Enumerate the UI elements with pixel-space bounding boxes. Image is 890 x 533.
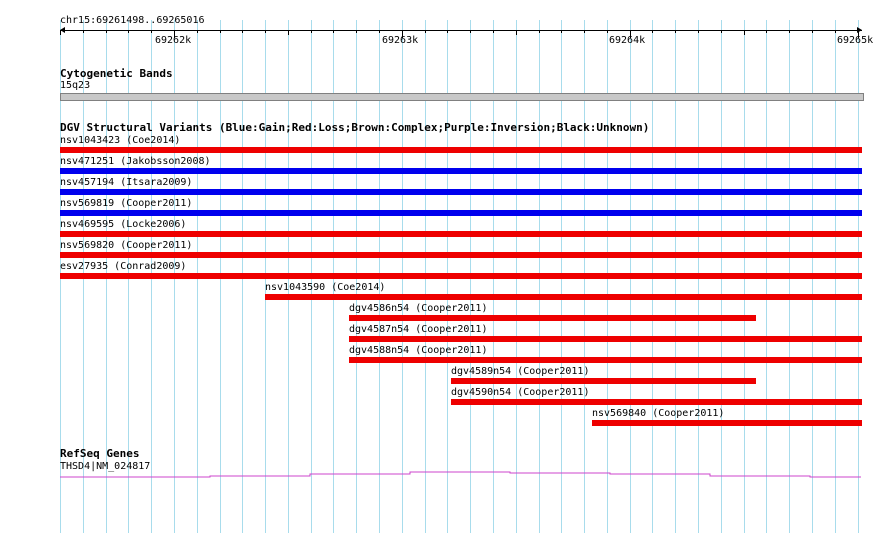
gene-model[interactable] bbox=[0, 0, 890, 533]
genome-browser-view: chr15:69261498..69265016 69262k 69263k 6… bbox=[0, 0, 890, 533]
gene-exon-line bbox=[60, 471, 861, 478]
